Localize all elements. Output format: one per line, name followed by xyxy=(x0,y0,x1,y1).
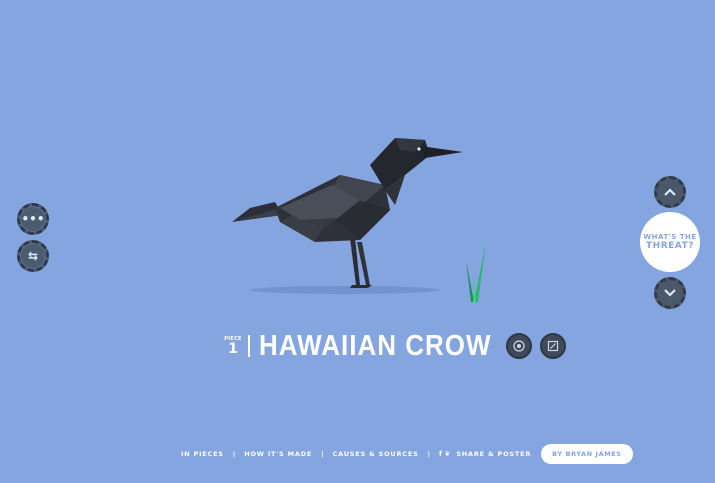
menu-button[interactable]: ••• xyxy=(17,203,49,235)
author-label: BY BRYAN JAMES xyxy=(552,450,622,458)
target-icon xyxy=(512,339,525,352)
refresh-button[interactable]: ⇆ xyxy=(17,240,49,272)
ground-shadow xyxy=(250,286,440,294)
footer-separator: | xyxy=(321,450,324,458)
title-row: PIECE 1 HAWAIIAN CROW xyxy=(224,328,566,362)
footer-link-causes-sources[interactable]: CAUSES & SOURCES xyxy=(333,450,419,458)
title-divider xyxy=(248,334,250,357)
footer-nav: IN PIECES | HOW IT'S MADE | CAUSES & SOU… xyxy=(181,444,633,464)
footer-link-how-its-made[interactable]: HOW IT'S MADE xyxy=(244,450,312,458)
footer-link-share-poster[interactable]: SHARE & POSTER xyxy=(456,450,531,458)
edit-icon xyxy=(547,340,558,351)
piece-number: 1 xyxy=(228,340,238,357)
grass-illustration xyxy=(466,242,486,302)
piece-indicator: PIECE 1 xyxy=(224,336,241,357)
ellipsis-icon: ••• xyxy=(21,212,45,226)
footer-separator: | xyxy=(232,450,236,458)
social-icons[interactable]: f ❦ xyxy=(439,450,450,458)
threat-button[interactable]: WHAT'S THE THREAT? xyxy=(640,212,700,272)
page-title: HAWAIIAN CROW xyxy=(259,328,492,362)
footer-separator: | xyxy=(427,450,430,458)
crow-beak xyxy=(420,146,463,158)
previous-button[interactable] xyxy=(654,176,686,208)
chevron-down-icon xyxy=(664,289,676,297)
next-button[interactable] xyxy=(654,277,686,309)
footer-link-in-pieces[interactable]: IN PIECES xyxy=(181,450,224,458)
author-button[interactable]: BY BRYAN JAMES xyxy=(541,444,633,464)
view-button[interactable] xyxy=(505,332,532,359)
threat-label-line2: THREAT? xyxy=(646,241,694,251)
threat-label-line1: WHAT'S THE xyxy=(643,233,697,241)
refresh-icon: ⇆ xyxy=(27,249,39,263)
edit-button[interactable] xyxy=(539,332,566,359)
crow-eye xyxy=(417,147,421,151)
chevron-up-icon xyxy=(664,188,676,196)
